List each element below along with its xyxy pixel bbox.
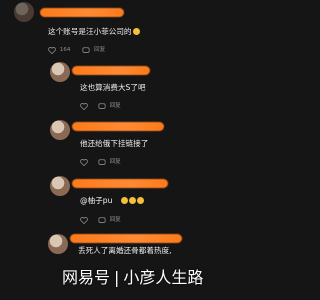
comment-5-text: 丢死人了离婚还骨都着热度, [78,246,172,256]
comment-4-meta: 回复 [80,216,121,225]
reply-button[interactable]: 回复 [94,46,105,54]
emoji-icon [132,28,140,35]
comment-4-username-redacted [72,179,168,188]
watermark-separator: | [114,268,120,287]
comment-3-text: 他还给俄下挂链接了 [80,139,148,149]
comment-4-text-value: @柚子pu [80,196,113,205]
like-heart-icon[interactable] [80,102,88,110]
reply-icon[interactable] [98,216,106,224]
watermark-channel: 小彦人生路 [123,268,204,287]
comment-5-avatar[interactable] [48,234,68,254]
comment-1-username-redacted [40,8,124,17]
comment-3-avatar[interactable] [50,120,70,140]
comment-2-avatar[interactable] [50,62,70,82]
watermark: 网易号 | 小彦人生路 [62,268,203,288]
comment-2-text-value: 这也算消费大S了吧 [80,83,146,92]
emoji-icon [120,197,128,204]
reply-icon[interactable] [98,102,106,110]
emoji-icon [136,197,144,204]
reply-button[interactable]: 回复 [110,102,121,110]
reply-icon[interactable] [98,158,106,166]
reply-button[interactable]: 回复 [110,216,121,224]
comment-1-text: 这个账号是汪小菲公司的 [48,27,140,37]
comment-2-username-redacted [72,66,150,75]
comment-2-text: 这也算消费大S了吧 [80,83,146,93]
like-count: 164 [59,47,71,53]
reply-button[interactable]: 回复 [110,158,121,166]
like-heart-icon[interactable] [80,216,88,224]
comment-1-avatar[interactable] [14,2,34,22]
comment-3-text-value: 他还给俄下挂链接了 [80,139,149,148]
emoji-icon [128,197,136,204]
comment-3-username-redacted [72,122,164,131]
comment-3-meta: 回复 [80,158,121,167]
comment-4-text: @柚子pu [80,196,144,206]
comment-4-avatar[interactable] [50,176,70,196]
reply-icon[interactable] [82,46,90,54]
comment-5-username-redacted [70,234,182,243]
like-heart-icon[interactable] [80,158,88,166]
watermark-brand: 网易号 [62,268,111,287]
comment-2-meta: 回复 [80,102,121,111]
comment-1-meta: 164 回复 [48,46,105,55]
like-heart-icon[interactable] [48,46,56,54]
comment-1-text-value: 这个账号是汪小菲公司的 [48,27,132,36]
comment-5-text-value: 丢死人了离婚还骨都着热度, [78,246,172,255]
